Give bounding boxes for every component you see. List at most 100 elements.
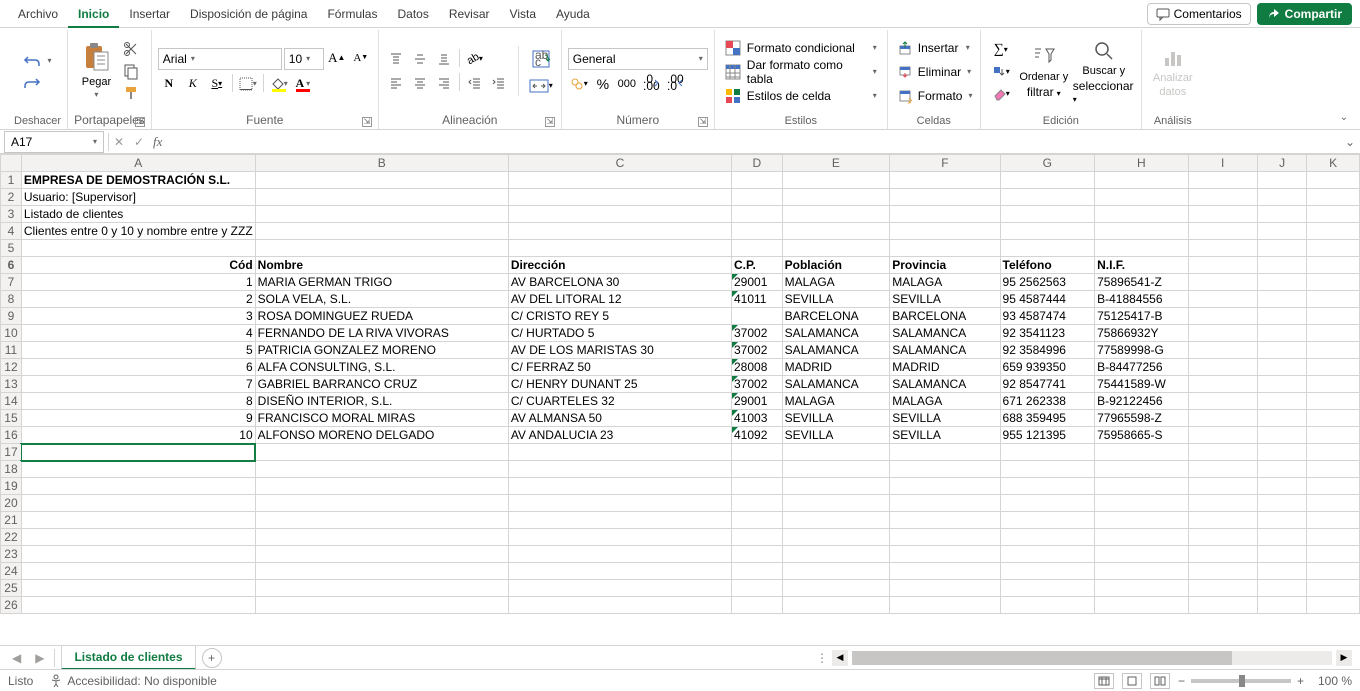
cell[interactable]: 41011 <box>732 291 783 308</box>
cell[interactable]: 3 <box>21 308 255 325</box>
cell[interactable] <box>1000 478 1095 495</box>
formula-input[interactable] <box>166 132 1340 152</box>
cell[interactable] <box>1188 444 1257 461</box>
cell[interactable] <box>1095 546 1188 563</box>
cell[interactable] <box>1000 597 1095 614</box>
cell[interactable]: 659 939350 <box>1000 359 1095 376</box>
cell[interactable]: EMPRESA DE DEMOSTRACIÓN S.L. <box>21 172 255 189</box>
cell[interactable] <box>782 223 890 240</box>
cell[interactable] <box>1257 580 1306 597</box>
hscroll-thumb[interactable] <box>852 651 1232 665</box>
underline-button[interactable]: S ▾ <box>206 74 228 94</box>
cell[interactable] <box>21 580 255 597</box>
cell[interactable] <box>255 223 508 240</box>
cell[interactable] <box>1188 427 1257 444</box>
cell[interactable] <box>508 597 731 614</box>
cell[interactable] <box>1188 393 1257 410</box>
cell[interactable] <box>1188 563 1257 580</box>
col-header-K[interactable]: K <box>1307 155 1360 172</box>
cell[interactable] <box>1307 461 1360 478</box>
increase-indent-button[interactable] <box>488 73 510 93</box>
cell[interactable] <box>508 206 731 223</box>
cell[interactable] <box>255 563 508 580</box>
cell[interactable] <box>21 461 255 478</box>
cell[interactable] <box>890 563 1000 580</box>
increase-font-button[interactable]: A▲ <box>326 48 348 68</box>
cell[interactable] <box>508 512 731 529</box>
eliminar-button[interactable]: Eliminar▾ <box>894 61 974 83</box>
cell[interactable]: N.I.F. <box>1095 257 1188 274</box>
cell[interactable] <box>1095 563 1188 580</box>
cell[interactable] <box>1307 325 1360 342</box>
cell[interactable] <box>1307 580 1360 597</box>
cell[interactable] <box>890 580 1000 597</box>
cell[interactable]: 7 <box>21 376 255 393</box>
cell[interactable] <box>1000 189 1095 206</box>
accept-formula-button[interactable]: ✓ <box>129 132 149 152</box>
cell[interactable] <box>782 512 890 529</box>
cell[interactable] <box>508 495 731 512</box>
cell[interactable]: 75866932Y <box>1095 325 1188 342</box>
cell[interactable] <box>1257 359 1306 376</box>
cell[interactable] <box>508 172 731 189</box>
cell[interactable]: 75896541-Z <box>1095 274 1188 291</box>
cell[interactable]: SALAMANCA <box>890 325 1000 342</box>
cell[interactable] <box>1188 240 1257 257</box>
align-top-button[interactable] <box>385 49 407 69</box>
cell[interactable] <box>255 206 508 223</box>
cell[interactable] <box>890 240 1000 257</box>
thousands-button[interactable]: 000 <box>616 74 638 94</box>
cell[interactable] <box>732 495 783 512</box>
cell[interactable]: B-41884556 <box>1095 291 1188 308</box>
cell[interactable] <box>255 240 508 257</box>
cell[interactable] <box>890 495 1000 512</box>
cell[interactable]: MARIA GERMAN TRIGO <box>255 274 508 291</box>
cell[interactable] <box>1000 580 1095 597</box>
cell[interactable]: MALAGA <box>782 393 890 410</box>
compartir-button[interactable]: Compartir <box>1257 3 1352 25</box>
cell[interactable]: Usuario: [Supervisor] <box>21 189 255 206</box>
cell[interactable] <box>1307 512 1360 529</box>
estilos-celda-button[interactable]: Estilos de celda▾ <box>721 85 881 107</box>
cell[interactable] <box>782 461 890 478</box>
cell[interactable] <box>1188 342 1257 359</box>
cell[interactable]: BARCELONA <box>890 308 1000 325</box>
cell[interactable]: SALAMANCA <box>890 376 1000 393</box>
tab-datos[interactable]: Datos <box>387 0 438 28</box>
row-header-11[interactable]: 11 <box>1 342 22 359</box>
cell[interactable] <box>1000 512 1095 529</box>
tab-archivo[interactable]: Archivo <box>8 0 68 28</box>
cell[interactable] <box>1095 172 1188 189</box>
cell[interactable] <box>1307 291 1360 308</box>
buscar-seleccionar-button[interactable]: Buscar y seleccionar ▾ <box>1073 39 1135 105</box>
cell[interactable] <box>508 189 731 206</box>
cell[interactable] <box>508 478 731 495</box>
row-header-26[interactable]: 26 <box>1 597 22 614</box>
cell[interactable]: SEVILLA <box>890 291 1000 308</box>
fx-icon[interactable]: fx <box>153 134 162 150</box>
cell[interactable] <box>1000 529 1095 546</box>
cell[interactable] <box>1257 461 1306 478</box>
cell[interactable] <box>782 546 890 563</box>
cell[interactable] <box>255 597 508 614</box>
cell[interactable]: 77965598-Z <box>1095 410 1188 427</box>
cell[interactable] <box>1257 376 1306 393</box>
cell[interactable]: SEVILLA <box>782 291 890 308</box>
decrease-decimal-button[interactable]: .00.0 <box>664 74 686 94</box>
cell[interactable]: MADRID <box>782 359 890 376</box>
cell[interactable]: 688 359495 <box>1000 410 1095 427</box>
cell[interactable] <box>1257 172 1306 189</box>
formato-condicional-button[interactable]: Formato condicional▾ <box>721 37 881 59</box>
cell[interactable]: 9 <box>21 410 255 427</box>
cell[interactable] <box>1307 563 1360 580</box>
cell[interactable] <box>782 189 890 206</box>
cell[interactable] <box>1257 444 1306 461</box>
cell[interactable] <box>1307 257 1360 274</box>
cell[interactable] <box>732 512 783 529</box>
zoom-out-button[interactable]: − <box>1178 674 1185 688</box>
cell[interactable] <box>732 546 783 563</box>
view-page-break-button[interactable] <box>1150 673 1170 689</box>
cell[interactable] <box>1307 206 1360 223</box>
cell[interactable]: 75125417-B <box>1095 308 1188 325</box>
cell[interactable] <box>890 223 1000 240</box>
